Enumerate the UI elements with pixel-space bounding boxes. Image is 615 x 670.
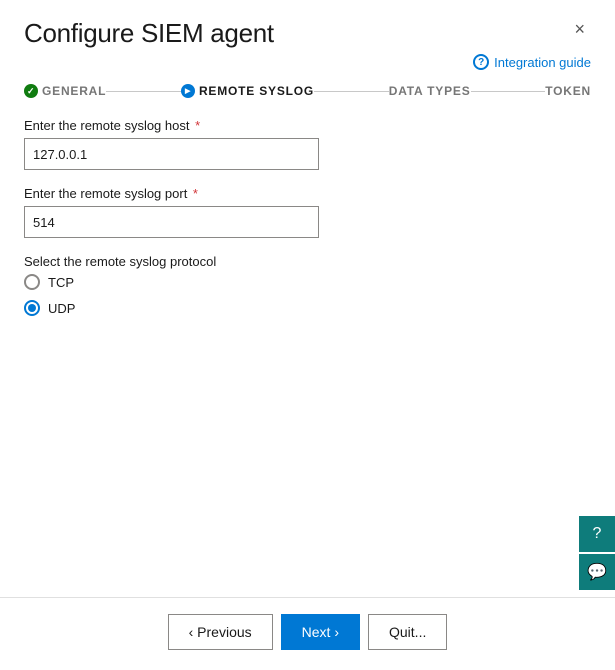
side-chat-icon: 💬 <box>587 562 607 582</box>
close-button[interactable]: × <box>568 18 591 40</box>
integration-guide-label: Integration guide <box>494 55 591 70</box>
step-remote-syslog: REMOTE SYSLOG <box>181 84 314 98</box>
steps-bar: GENERAL REMOTE SYSLOG DATA TYPES TOKEN <box>0 70 615 98</box>
next-button[interactable]: Next › <box>281 614 360 650</box>
step-line-2 <box>314 91 389 92</box>
integration-guide-link[interactable]: ? Integration guide <box>473 48 591 70</box>
step-general-check-icon <box>24 84 38 98</box>
host-input[interactable] <box>24 138 319 170</box>
udp-option[interactable]: UDP <box>24 300 591 316</box>
step-token: TOKEN <box>545 84 591 98</box>
port-input[interactable] <box>24 206 319 238</box>
form-content: Enter the remote syslog host * Enter the… <box>0 98 615 597</box>
previous-button[interactable]: ‹ Previous <box>168 614 273 650</box>
tcp-radio[interactable] <box>24 274 40 290</box>
step-general-label: GENERAL <box>42 84 106 98</box>
side-help-button[interactable]: ? <box>579 516 615 552</box>
port-group: Enter the remote syslog port * <box>24 186 591 238</box>
header-right: × ? Integration guide <box>473 18 591 70</box>
port-label: Enter the remote syslog port * <box>24 186 591 201</box>
dialog-footer: ‹ Previous Next › Quit... <box>0 597 615 670</box>
protocol-radio-group: TCP UDP <box>24 274 591 316</box>
quit-button[interactable]: Quit... <box>368 614 447 650</box>
side-panel: ? 💬 <box>579 516 615 590</box>
tcp-option[interactable]: TCP <box>24 274 591 290</box>
step-line-1 <box>106 91 181 92</box>
side-help-icon: ? <box>593 525 602 543</box>
step-data-types-label: DATA TYPES <box>389 84 471 98</box>
host-group: Enter the remote syslog host * <box>24 118 591 170</box>
step-token-label: TOKEN <box>545 84 591 98</box>
step-data-types: DATA TYPES <box>389 84 471 98</box>
side-chat-button[interactable]: 💬 <box>579 554 615 590</box>
udp-radio[interactable] <box>24 300 40 316</box>
dialog-title: Configure SIEM agent <box>24 18 274 49</box>
protocol-group: Select the remote syslog protocol TCP UD… <box>24 254 591 316</box>
host-required: * <box>191 118 200 133</box>
step-line-3 <box>471 91 546 92</box>
tcp-label: TCP <box>48 275 74 290</box>
step-remote-syslog-active-icon <box>181 84 195 98</box>
step-remote-syslog-label: REMOTE SYSLOG <box>199 84 314 98</box>
dialog-header: Configure SIEM agent × ? Integration gui… <box>0 0 615 70</box>
port-required: * <box>189 186 198 201</box>
host-label: Enter the remote syslog host * <box>24 118 591 133</box>
integration-guide-icon: ? <box>473 54 489 70</box>
configure-siem-dialog: Configure SIEM agent × ? Integration gui… <box>0 0 615 670</box>
protocol-label: Select the remote syslog protocol <box>24 254 591 269</box>
step-general: GENERAL <box>24 84 106 98</box>
udp-label: UDP <box>48 301 75 316</box>
